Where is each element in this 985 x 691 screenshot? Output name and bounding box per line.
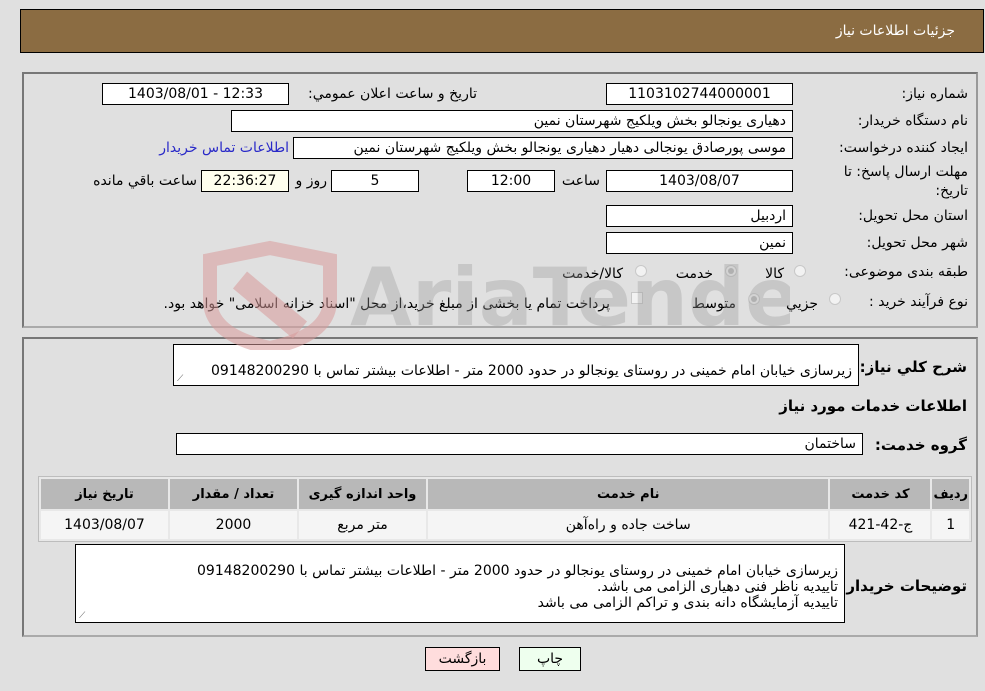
purchase-type-option-medium: متوسط <box>692 296 736 312</box>
print-button[interactable]: چاپ <box>519 647 581 671</box>
deadline-days-field: 5 <box>331 170 419 192</box>
buyer-org-field: دهیاری یونجالو بخش ویلکیج شهرستان نمین <box>231 110 793 132</box>
province-field: اردبیل <box>606 205 793 227</box>
remaining-time-label: ساعت باقي مانده <box>93 173 197 189</box>
treasury-checkbox[interactable] <box>631 292 643 304</box>
services-section-title: اطلاعات خدمات مورد نیاز <box>779 397 967 415</box>
need-number-label: شماره نیاز: <box>901 86 969 102</box>
requester-field: موسی پورصادق یونجالی دهیار دهیاری یونجال… <box>293 137 793 159</box>
purchase-type-label: نوع فرآیند خرید : <box>869 294 968 310</box>
announce-datetime-field: 1403/08/01 - 12:33 <box>102 83 289 105</box>
purchase-type-radio-minor[interactable] <box>829 293 841 305</box>
resize-handle-icon[interactable]: ⟋ <box>177 375 185 384</box>
category-radio-goods-service[interactable] <box>635 265 647 277</box>
back-button[interactable]: بازگشت <box>425 647 500 671</box>
service-group-label: گروه خدمت: <box>874 436 967 454</box>
table-header-row: ردیف کد خدمت نام خدمت واحد اندازه گیری ت… <box>41 479 969 509</box>
category-option-goods: کالا <box>765 266 784 282</box>
page-header: جزئیات اطلاعات نیاز <box>20 9 984 53</box>
services-table-wrapper: ردیف کد خدمت نام خدمت واحد اندازه گیری ت… <box>38 476 972 542</box>
purchase-type-option-minor: جزيي <box>786 296 818 312</box>
buyer-notes-textarea[interactable]: زیرسازی خیابان امام خمینی در روستای یونج… <box>75 544 845 623</box>
treasury-note: پرداخت تمام یا بخشی از مبلغ خرید،از محل … <box>163 296 610 312</box>
category-radio-goods[interactable] <box>794 265 806 277</box>
buyer-notes-text: زیرسازی خیابان امام خمینی در روستای یونج… <box>197 563 838 611</box>
description-text: زیرسازی خیابان امام خمینی در روستای یونج… <box>211 363 852 379</box>
remaining-time-field: 22:36:27 <box>201 170 289 192</box>
cell-row-number: 1 <box>932 511 969 539</box>
requester-label: ایجاد کننده درخواست: <box>839 140 968 156</box>
col-unit: واحد اندازه گیری <box>299 479 426 509</box>
city-field: نمین <box>606 232 793 254</box>
deadline-time-field: 12:00 <box>467 170 555 192</box>
buyer-contact-link[interactable]: اطلاعات تماس خریدار <box>159 140 289 156</box>
services-table: ردیف کد خدمت نام خدمت واحد اندازه گیری ت… <box>39 477 971 541</box>
col-service-code: کد خدمت <box>830 479 931 509</box>
purchase-type-radio-medium[interactable] <box>748 293 760 305</box>
deadline-time-label: ساعت <box>561 173 600 189</box>
cell-service-name: ساخت جاده و راه‌آهن <box>428 511 829 539</box>
buyer-org-label: نام دستگاه خریدار: <box>857 113 968 129</box>
need-number-field: 1103102744000001 <box>606 83 793 105</box>
deadline-label: مهلت ارسال پاسخ: تا تاریخ: <box>843 164 968 199</box>
cell-quantity: 2000 <box>170 511 297 539</box>
col-quantity: تعداد / مقدار <box>170 479 297 509</box>
deadline-date-field: 1403/08/07 <box>606 170 793 192</box>
buyer-notes-label: توضیحات خریدار: <box>840 577 967 595</box>
service-group-field: ساختمان <box>176 433 863 455</box>
category-label: طبقه بندی موضوعی: <box>844 264 968 280</box>
cell-service-code: ج-42-421 <box>830 511 931 539</box>
table-row: 1 ج-42-421 ساخت جاده و راه‌آهن متر مربع … <box>41 511 969 539</box>
col-need-date: تاریخ نیاز <box>41 479 168 509</box>
cell-need-date: 1403/08/07 <box>41 511 168 539</box>
city-label: شهر محل تحویل: <box>866 235 968 251</box>
cell-unit: متر مربع <box>299 511 426 539</box>
col-row-number: ردیف <box>932 479 969 509</box>
col-service-name: نام خدمت <box>428 479 829 509</box>
category-radio-service[interactable] <box>725 265 737 277</box>
deadline-days-label: روز و <box>295 173 328 189</box>
announce-datetime-label: تاریخ و ساعت اعلان عمومي: <box>308 86 477 102</box>
description-textarea[interactable]: زیرسازی خیابان امام خمینی در روستای یونج… <box>173 344 859 386</box>
description-label: شرح کلي نياز: <box>859 358 967 376</box>
category-option-goods-service: کالا/خدمت <box>562 266 623 282</box>
announce-datetime-value: 1403/08/01 - 12:33 <box>128 86 263 102</box>
category-option-service: خدمت <box>675 266 713 282</box>
page-title: جزئیات اطلاعات نیاز <box>835 23 955 39</box>
resize-handle-icon[interactable]: ⟋ <box>79 612 87 621</box>
province-label: استان محل تحویل: <box>858 208 968 224</box>
